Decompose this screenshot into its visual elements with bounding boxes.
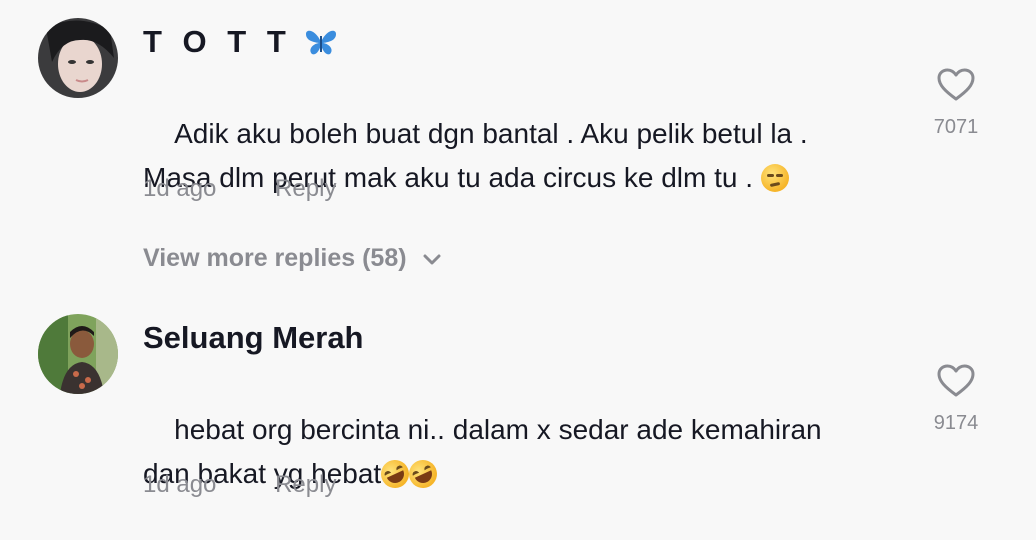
avatar[interactable] (38, 314, 118, 394)
rolling-on-floor-laughing-emoji (404, 455, 442, 493)
view-more-replies-label: View more replies (58) (143, 244, 407, 272)
heart-icon[interactable] (937, 364, 975, 398)
heart-icon[interactable] (937, 68, 975, 102)
like-count: 9174 (933, 412, 979, 434)
like-button[interactable]: 7071 (926, 68, 986, 139)
view-more-replies-button[interactable]: View more replies (58) (143, 244, 442, 273)
comment-age: 1d ago (143, 471, 217, 498)
avatar[interactable] (38, 18, 118, 98)
unamused-face-emoji (760, 164, 789, 192)
username[interactable]: T O T T (143, 24, 338, 64)
username-text: T O T T (143, 24, 292, 59)
comment-text: Adik aku boleh buat dgn bantal . Aku pel… (143, 68, 903, 244)
butterfly-icon (304, 28, 338, 64)
reply-button[interactable]: Reply (275, 175, 336, 203)
chevron-down-icon (423, 254, 441, 265)
comment-age: 1d ago (143, 175, 217, 202)
like-count: 7071 (933, 116, 979, 138)
comment-meta: 1d ago Reply (143, 175, 336, 203)
comment-text: hebat org bercinta ni.. dalam x sedar ad… (143, 364, 903, 540)
like-button[interactable]: 9174 (926, 364, 986, 435)
comment-meta: 1d ago Reply (143, 471, 336, 499)
reply-button[interactable]: Reply (275, 471, 336, 499)
username[interactable]: Seluang Merah (143, 320, 364, 356)
username-text: Seluang Merah (143, 320, 364, 355)
